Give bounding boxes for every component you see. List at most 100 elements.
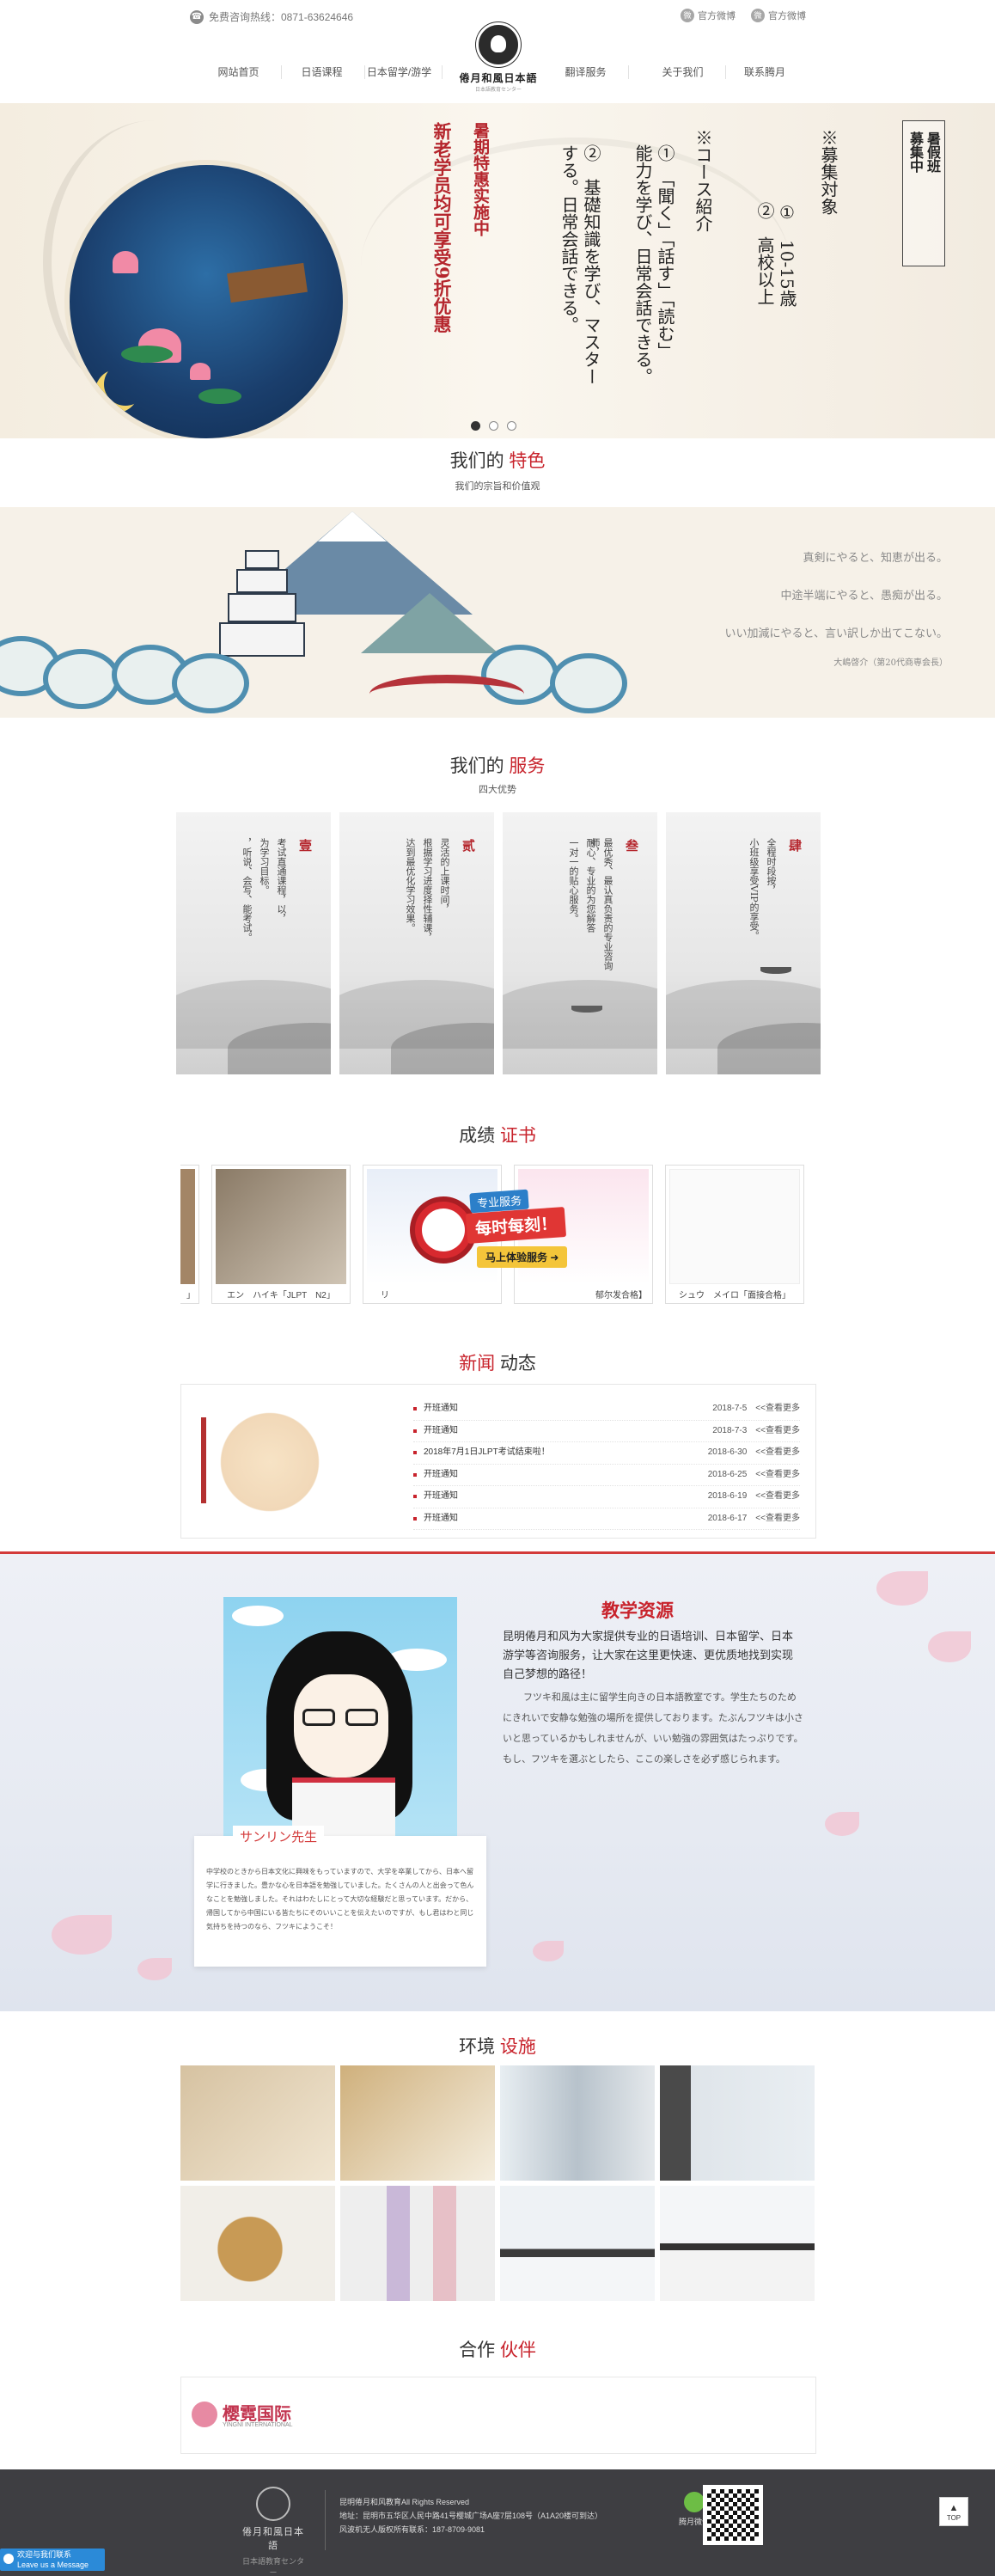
news-item[interactable]: 开班通知 2018-7-5 <<查看更多 bbox=[413, 1398, 800, 1421]
ink-hill bbox=[503, 980, 657, 1049]
teach-intro: 昆明倦月和风为大家提供专业的日语培训、日本留学、日本游学等咨询服务，让大家在这里… bbox=[503, 1630, 794, 1680]
wave-shape bbox=[43, 649, 120, 709]
service-title-a: 我们的 bbox=[449, 756, 504, 776]
carousel-dot[interactable] bbox=[507, 421, 516, 431]
nav-about[interactable]: 关于我们 bbox=[640, 65, 726, 79]
service-num: 壹 bbox=[298, 838, 312, 854]
petal-shape bbox=[137, 1958, 172, 1980]
footer-logo-name: 倦月和風日本語 bbox=[242, 2527, 304, 2551]
quote-line: いい加減にやると、言い訳しか出てこない。 bbox=[724, 627, 948, 640]
partner-logo-icon[interactable] bbox=[192, 2402, 217, 2427]
news-item-title: 开班通知 bbox=[424, 1425, 458, 1435]
footer-divider bbox=[325, 2490, 326, 2550]
back-to-top-button[interactable]: ▲ TOP bbox=[939, 2497, 968, 2526]
lotus-flower bbox=[113, 251, 138, 273]
news-item[interactable]: 开班通知 2018-6-19 <<查看更多 bbox=[413, 1486, 800, 1508]
service-text: 为学习目标。 bbox=[259, 838, 270, 895]
service-text: 灵活的上课时间， bbox=[439, 838, 450, 914]
carousel-dot[interactable] bbox=[489, 421, 498, 431]
nav-translation[interactable]: 翻译服务 bbox=[543, 65, 629, 79]
carousel-dot[interactable] bbox=[471, 421, 480, 431]
hero-banner[interactable]: 新老学员均可享受9折优惠 暑期特惠实施中 する。日常会話できる。 ② 基礎知識を… bbox=[0, 103, 995, 438]
social-link-weibo-2[interactable]: 微官方微博 bbox=[751, 9, 806, 22]
gallery-photo[interactable] bbox=[180, 2065, 335, 2181]
boat-shape bbox=[760, 967, 791, 974]
gallery-photo[interactable] bbox=[500, 2186, 655, 2301]
news-item[interactable]: 开班通知 2018-7-3 <<查看更多 bbox=[413, 1421, 800, 1442]
message-widget-line2: Leave us a Message bbox=[17, 2561, 89, 2569]
footer: 倦月和風日本語 日本語教育センター 昆明倦月和风教育All Rights Res… bbox=[0, 2469, 995, 2576]
news-title-a: 新闻 bbox=[459, 1354, 496, 1374]
up-arrow-icon: ▲ bbox=[949, 2503, 959, 2513]
social-link-weibo[interactable]: 微官方微博 bbox=[681, 9, 736, 22]
env-title: 环境 设施 bbox=[0, 2033, 995, 2059]
certificate-card[interactable]: シュウ メイロ「面接合格」 bbox=[665, 1165, 804, 1304]
news-item[interactable]: 开班通知 2018-6-17 <<查看更多 bbox=[413, 1508, 800, 1530]
wave-shape bbox=[550, 653, 627, 713]
certificate-caption: リ bbox=[381, 1291, 398, 1300]
certificate-card[interactable]: エン ハイキ「JLPT N2」 bbox=[211, 1165, 351, 1304]
service-card-3[interactable]: 叁 最优秀、最认真负责的专业咨询师， 耐心、专业的为您解答 一对一的贴心服务。 bbox=[503, 812, 657, 1074]
feature-subtitle: 我们的宗旨和价值观 bbox=[455, 481, 540, 492]
carousel-dots bbox=[471, 421, 516, 431]
banner-text: ② 高校以上 bbox=[754, 202, 775, 305]
service-num: 贰 bbox=[461, 838, 475, 854]
feature-title: 我们的 特色 bbox=[0, 447, 995, 473]
red-bridge bbox=[369, 675, 524, 713]
banner-text: ① 10-15歳 bbox=[777, 202, 797, 307]
lotus-flower bbox=[190, 363, 211, 380]
banner-text: ② 基礎知識を学び、マスター bbox=[581, 144, 601, 385]
promo-line-2: 新老学员均可享受9折优惠 bbox=[431, 122, 453, 333]
news-image bbox=[188, 1392, 351, 1533]
petal-shape bbox=[825, 1812, 859, 1836]
certificate-card[interactable]: 」 bbox=[180, 1165, 199, 1304]
nav-courses[interactable]: 日语课程 bbox=[279, 65, 365, 79]
news-item-date: 2018-6-30 <<查看更多 bbox=[707, 1447, 800, 1457]
promo-badge[interactable]: 专业服务 每时每刻！ 马上体验服务 ➜ bbox=[408, 1186, 589, 1281]
mount-fuji-snow bbox=[318, 511, 387, 542]
news-item[interactable]: 2018年7月1日JLPT考试结束啦！ 2018-6-30 <<查看更多 bbox=[413, 1442, 800, 1465]
certs-title-b: 证书 bbox=[499, 1126, 536, 1146]
service-title-b: 服务 bbox=[509, 756, 546, 776]
service-card-2[interactable]: 贰 灵活的上课时间， 根据学习进度择性辅课， 达到最优化学习效果。 bbox=[339, 812, 494, 1074]
banner-text: ※募集対象 bbox=[818, 129, 839, 215]
nav-contact[interactable]: 联系腾月 bbox=[722, 65, 808, 79]
service-card-1[interactable]: 壹 考试直通课程，以， 为学习目标。 ，听说、会写、能考试。 bbox=[176, 812, 331, 1074]
env-title-a: 环境 bbox=[459, 2037, 496, 2057]
lotus-leaf bbox=[198, 389, 241, 404]
gallery-photo[interactable] bbox=[180, 2186, 335, 2301]
certificate-caption: シュウ メイロ「面接合格」 bbox=[679, 1291, 791, 1300]
certificate-caption: 」 bbox=[186, 1291, 195, 1300]
petal-shape bbox=[876, 1571, 928, 1606]
promo-line-1: 暑期特惠实施中 bbox=[471, 122, 490, 236]
message-widget[interactable]: 欢迎与我们联系 Leave us a Message bbox=[0, 2548, 105, 2571]
petal-shape bbox=[533, 1941, 564, 1961]
gallery-photo[interactable] bbox=[500, 2065, 655, 2181]
teacher-avatar bbox=[223, 1597, 457, 1855]
teach-title: 教学资源 bbox=[601, 1601, 674, 1621]
news-item-date: 2018-6-17 <<查看更多 bbox=[707, 1513, 800, 1523]
partner-name[interactable]: 樱霓国际 bbox=[223, 2400, 291, 2425]
news-item[interactable]: 开班通知 2018-6-25 <<查看更多 bbox=[413, 1465, 800, 1486]
nav-home[interactable]: 网站首页 bbox=[196, 65, 282, 79]
weibo-icon: 微 bbox=[751, 9, 765, 22]
news-item-title: 开班通知 bbox=[424, 1491, 458, 1501]
teacher-bio: 中学校のときから日本文化に興味をもっていますので、大学を卒業してから、日本へ留学… bbox=[206, 1868, 474, 1930]
certs-title: 成绩 证书 bbox=[0, 1122, 995, 1147]
promo-cta-button[interactable]: 马上体验服务 ➜ bbox=[477, 1246, 568, 1268]
nav-study-abroad[interactable]: 日本留学/游学 bbox=[357, 65, 443, 79]
footer-logo: 倦月和風日本語 日本語教育センター bbox=[239, 2487, 308, 2576]
gallery-photo[interactable] bbox=[660, 2065, 815, 2181]
news-item-title: 开班通知 bbox=[424, 1469, 458, 1479]
promo-headline: 每时每刻！ bbox=[465, 1207, 567, 1244]
service-card-4[interactable]: 肆 全程时段按， 小班级享受VIP的享受。 bbox=[666, 812, 821, 1074]
hill-shape bbox=[361, 593, 498, 653]
gallery-photo[interactable] bbox=[340, 2186, 495, 2301]
gallery-photo[interactable] bbox=[660, 2186, 815, 2301]
service-num: 肆 bbox=[788, 838, 802, 854]
news-title-b: 动态 bbox=[499, 1354, 536, 1374]
footer-copyright: 昆明倦月和风教育All Rights Reserved bbox=[339, 2498, 470, 2506]
news-panel: 开班通知 2018-7-5 <<查看更多 开班通知 2018-7-3 <<查看更多 … bbox=[180, 1384, 816, 1539]
teacher-name: サンリン先生 bbox=[233, 1826, 325, 1847]
gallery-photo[interactable] bbox=[340, 2065, 495, 2181]
